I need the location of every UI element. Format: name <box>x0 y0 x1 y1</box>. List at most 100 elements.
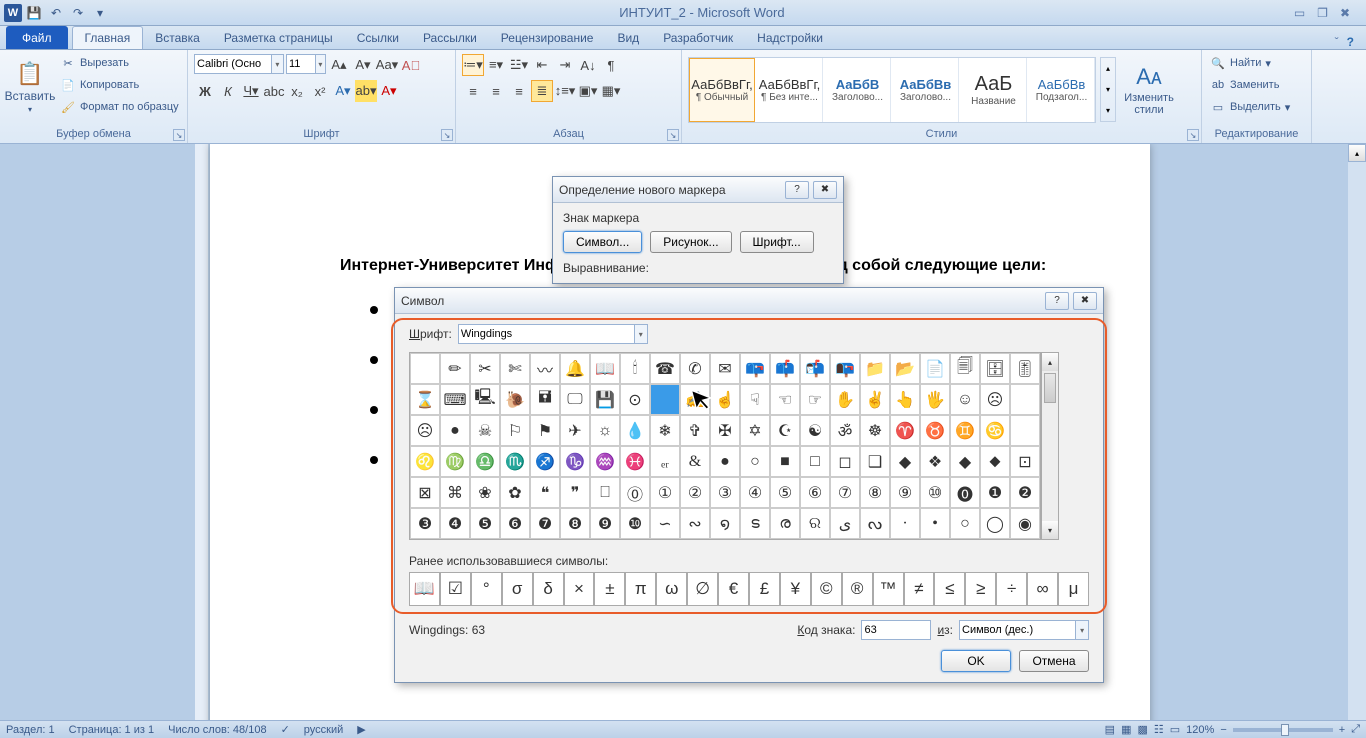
symbol-scrollbar[interactable]: ▴ ▾ <box>1041 352 1059 540</box>
scroll-thumb[interactable] <box>1044 373 1056 403</box>
symbol-cell[interactable]: ⌨ <box>440 384 470 415</box>
symbol-cell[interactable]: ∾ <box>680 508 710 539</box>
symbol-cell[interactable] <box>1010 384 1040 415</box>
change-case-button[interactable]: Aa▾ <box>376 54 398 76</box>
symbol-cell[interactable]: ⑤ <box>770 477 800 508</box>
style-item[interactable]: АаБбВвГг,¶ Обычный <box>689 58 755 122</box>
symbol-cell[interactable]: ✋ <box>830 384 860 415</box>
symbol-cell[interactable]: 📁 <box>860 353 890 384</box>
symbol-cell[interactable]: 📄 <box>920 353 950 384</box>
zoom-fit-icon[interactable]: ⤢ <box>1351 723 1360 736</box>
recent-symbol-cell[interactable]: × <box>564 572 595 606</box>
symbol-cell[interactable]: 👆 <box>890 384 920 415</box>
symbol-cell[interactable]: 🗄 <box>980 353 1010 384</box>
symbol-cell[interactable]: ④ <box>740 477 770 508</box>
symbol-cell[interactable]: ✞ <box>680 415 710 446</box>
symbol-cell[interactable] <box>1010 415 1040 446</box>
symbol-cell[interactable]: ❖ <box>920 446 950 477</box>
symbol-cell[interactable]: ⊠ <box>410 477 440 508</box>
minimize-icon[interactable]: ▭ <box>1294 6 1305 20</box>
zoom-value[interactable]: 120% <box>1186 724 1214 736</box>
symbol-cell[interactable]: ⚑ <box>530 415 560 446</box>
recent-symbol-cell[interactable]: ° <box>471 572 502 606</box>
code-input[interactable] <box>862 621 930 639</box>
symbol-cell[interactable]: ✂ <box>470 353 500 384</box>
symbol-cell[interactable]: ❞ <box>560 477 590 508</box>
recent-symbol-cell[interactable]: ☑ <box>440 572 471 606</box>
align-center-button[interactable]: ≡ <box>485 80 507 102</box>
styles-up[interactable]: ▴ <box>1101 58 1115 79</box>
status-page[interactable]: Страница: 1 из 1 <box>69 724 155 736</box>
symbol-cell[interactable]: 🔔 <box>560 353 590 384</box>
symbol-cell[interactable]: 🐌 <box>500 384 530 415</box>
recent-symbol-cell[interactable]: £ <box>749 572 780 606</box>
select-button[interactable]: ▭Выделить▾ <box>1208 96 1292 118</box>
styles-gallery[interactable]: АаБбВвГг,¶ ОбычныйАаБбВвГг,¶ Без инте...… <box>688 57 1096 123</box>
symbol-cell[interactable]: ⌛ <box>410 384 440 415</box>
symbol-cell[interactable]: ① <box>650 477 680 508</box>
recent-symbol-cell[interactable]: ∅ <box>687 572 718 606</box>
symbol-cancel-button[interactable]: Отмена <box>1019 650 1089 672</box>
borders-button[interactable]: ▦▾ <box>600 80 622 102</box>
symbol-cell[interactable]: ◯ <box>980 508 1010 539</box>
styles-more[interactable]: ▾ <box>1101 100 1115 121</box>
symbol-cell[interactable]: 💾 <box>590 384 620 415</box>
symbol-cell[interactable]: ♉ <box>920 415 950 446</box>
zoom-out-button[interactable]: − <box>1220 724 1226 736</box>
line-spacing-button[interactable]: ↕≡▾ <box>554 80 576 102</box>
close-icon[interactable]: ✖ <box>1340 6 1350 20</box>
tab-layout[interactable]: Разметка страницы <box>212 26 345 49</box>
view-read-icon[interactable]: ▦ <box>1121 723 1131 736</box>
grow-font-button[interactable]: A▴ <box>328 54 350 76</box>
symbol-cell[interactable]: ∽ <box>650 508 680 539</box>
symbol-cell[interactable]: ⎕ <box>590 477 620 508</box>
symbol-cell[interactable]: ✡ <box>740 415 770 446</box>
symbol-cell[interactable]: 🗐 <box>950 353 980 384</box>
highlight-button[interactable]: ab▾ <box>355 80 377 102</box>
font-name-input[interactable] <box>195 55 271 73</box>
paragraph-launcher[interactable]: ↘ <box>667 129 679 141</box>
undo-icon[interactable]: ↶ <box>46 3 66 23</box>
status-lang[interactable]: русский <box>304 724 343 736</box>
symbol-cell[interactable]: ♐ <box>530 446 560 477</box>
symbol-cell[interactable]: ◻ <box>830 446 860 477</box>
recent-symbol-cell[interactable]: ® <box>842 572 873 606</box>
minimize-ribbon-icon[interactable]: ˇ <box>1335 35 1339 49</box>
style-item[interactable]: АаБбВЗаголово... <box>825 58 891 122</box>
tab-insert[interactable]: Вставка <box>143 26 212 49</box>
tab-addins[interactable]: Надстройки <box>745 26 835 49</box>
symbol-cell[interactable]: ❽ <box>560 508 590 539</box>
shrink-font-button[interactable]: A▾ <box>352 54 374 76</box>
find-button[interactable]: 🔍Найти▾ <box>1208 52 1273 74</box>
symbol-cell[interactable]: ❝ <box>530 477 560 508</box>
symbol-cell[interactable]: ✍ <box>680 384 710 415</box>
status-section[interactable]: Раздел: 1 <box>6 724 55 736</box>
symbol-cell[interactable]: ☞ <box>800 384 830 415</box>
symbol-cell[interactable]: ♈ <box>890 415 920 446</box>
symbol-cell[interactable]: 📖 <box>590 353 620 384</box>
symbol-cell[interactable]: 🕯 <box>620 353 650 384</box>
symbol-cell[interactable]: ○ <box>950 508 980 539</box>
symbol-cell[interactable]: ☹ <box>410 415 440 446</box>
symbol-cell[interactable]: ⓿ <box>950 477 980 508</box>
symbol-cell[interactable]: ③ <box>710 477 740 508</box>
symbol-cell[interactable]: 🎚 <box>1010 353 1040 384</box>
marker-symbol-button[interactable]: Символ... <box>563 231 642 253</box>
status-proof-icon[interactable]: ✓ <box>281 723 290 736</box>
qat-dropdown-icon[interactable]: ▾ <box>90 3 110 23</box>
symbol-close-button[interactable]: ✖ <box>1073 292 1097 310</box>
symbol-cell[interactable] <box>650 384 680 415</box>
style-item[interactable]: АаБбВвЗаголово... <box>893 58 959 122</box>
symbol-cell[interactable]: ♏ <box>500 446 530 477</box>
tab-developer[interactable]: Разработчик <box>651 26 745 49</box>
symbol-cell[interactable]: ✉ <box>710 353 740 384</box>
symbol-help-button[interactable]: ? <box>1045 292 1069 310</box>
scroll-down-icon[interactable]: ▾ <box>1042 521 1058 539</box>
tab-review[interactable]: Рецензирование <box>489 26 606 49</box>
font-size-input[interactable] <box>287 55 315 73</box>
strike-button[interactable]: abc <box>263 80 285 102</box>
symbol-cell[interactable]: ✄ <box>500 353 530 384</box>
marker-help-button[interactable]: ? <box>785 181 809 199</box>
recent-symbol-cell[interactable]: © <box>811 572 842 606</box>
symbol-cell[interactable]: ❀ <box>470 477 500 508</box>
